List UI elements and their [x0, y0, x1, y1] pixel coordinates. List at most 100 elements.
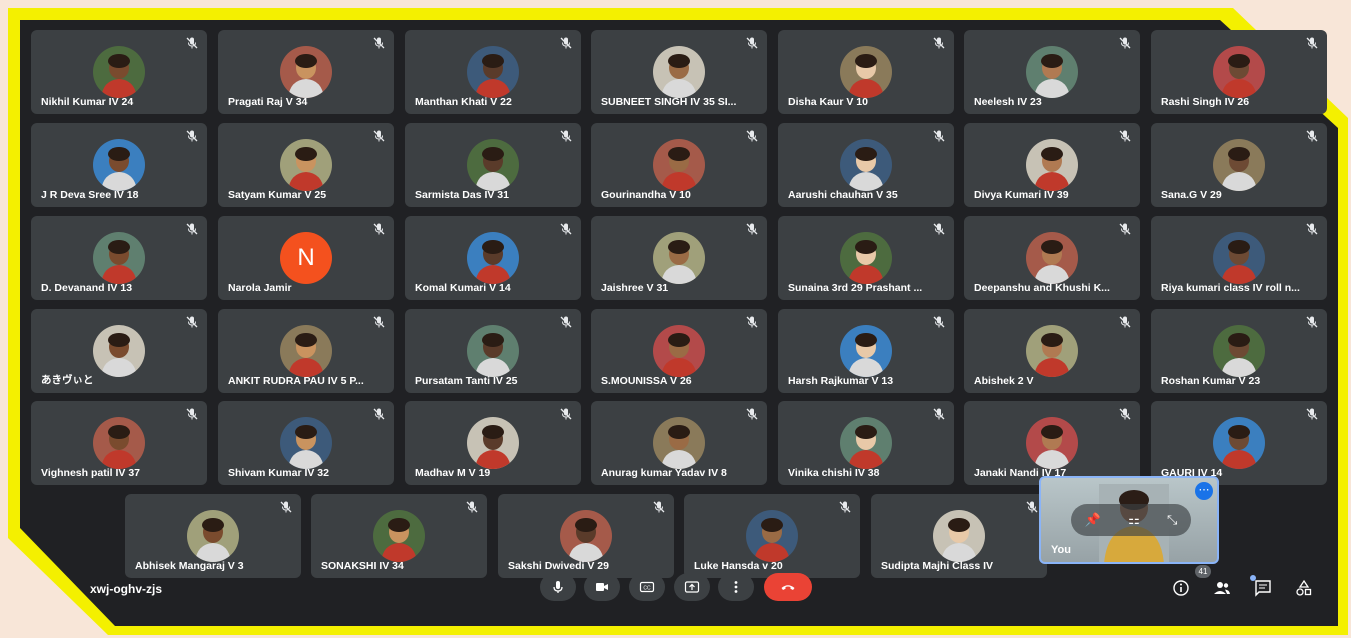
participant-name: Pragati Raj V 34: [228, 96, 308, 108]
camera-button[interactable]: [584, 573, 620, 601]
participant-tile[interactable]: Sunaina 3rd 29 Prashant ...: [778, 216, 954, 300]
participant-tile[interactable]: Jaishree V 31: [591, 216, 767, 300]
participant-tile[interactable]: Komal Kumari V 14: [405, 216, 581, 300]
participant-tile[interactable]: Riya kumari class IV roll n...: [1151, 216, 1327, 300]
participant-tile[interactable]: N Narola Jamir: [218, 216, 394, 300]
avatar: [1026, 46, 1078, 98]
avatar: [653, 325, 705, 377]
participant-tile[interactable]: Madhav M V 19: [405, 401, 581, 485]
captions-button[interactable]: CC: [629, 573, 665, 601]
avatar: [280, 417, 332, 469]
background-icon[interactable]: ⚏: [1128, 512, 1140, 528]
people-button[interactable]: [1212, 578, 1232, 598]
participant-tile[interactable]: Sana.G V 29: [1151, 123, 1327, 207]
activities-icon: [1296, 579, 1312, 596]
participant-tile[interactable]: SONAKSHI IV 34: [311, 494, 487, 578]
mic-off-icon: [559, 36, 573, 50]
mic-off-icon: [279, 500, 293, 514]
participant-tile[interactable]: GAURI IV 14: [1151, 401, 1327, 485]
participant-tile[interactable]: Manthan Khati V 22: [405, 30, 581, 114]
participant-tile[interactable]: Gourinandha V 10: [591, 123, 767, 207]
participant-count-badge: 41: [1195, 565, 1211, 578]
participant-tile[interactable]: S.MOUNISSA V 26: [591, 309, 767, 393]
avatar: [1213, 46, 1265, 98]
participant-tile[interactable]: Anurag kumar Yadav IV 8: [591, 401, 767, 485]
participant-tile[interactable]: Divya Kumari IV 39: [964, 123, 1140, 207]
participant-tile[interactable]: ANKIT RUDRA PAU IV 5 P...: [218, 309, 394, 393]
avatar: [93, 325, 145, 377]
participant-tile[interactable]: Abishek 2 V: [964, 309, 1140, 393]
mic-off-icon: [559, 315, 573, 329]
mic-off-icon: [1118, 36, 1132, 50]
participant-tile[interactable]: Vighnesh patil IV 37: [31, 401, 207, 485]
avatar: [933, 510, 985, 562]
avatar: [1213, 325, 1265, 377]
self-name: You: [1051, 544, 1071, 556]
chat-button[interactable]: [1253, 578, 1273, 598]
avatar: [280, 139, 332, 191]
participant-tile[interactable]: Disha Kaur V 10: [778, 30, 954, 114]
participant-tile[interactable]: SUBNEET SINGH IV 35 SI...: [591, 30, 767, 114]
mic-button[interactable]: [540, 573, 576, 601]
end-call-icon: [781, 585, 795, 590]
participant-tile[interactable]: Roshan Kumar V 23: [1151, 309, 1327, 393]
participant-tile[interactable]: Sakshi Dwivedi V 29: [498, 494, 674, 578]
avatar: [1026, 325, 1078, 377]
participant-tile[interactable]: Harsh Rajkumar V 13: [778, 309, 954, 393]
participant-tile[interactable]: Aarushi chauhan V 35: [778, 123, 954, 207]
participant-tile[interactable]: Sudipta Majhi Class IV: [871, 494, 1047, 578]
participant-tile[interactable]: Luke Hansda v 20: [684, 494, 860, 578]
participant-tile[interactable]: あきヴぃと: [31, 309, 207, 393]
camera-icon: [596, 583, 608, 591]
more-button[interactable]: [718, 573, 754, 601]
participant-tile[interactable]: Satyam Kumar V 25: [218, 123, 394, 207]
participant-tile[interactable]: Neelesh IV 23: [964, 30, 1140, 114]
present-button[interactable]: [674, 573, 710, 601]
participant-tile[interactable]: Pursatam Tanti IV 25: [405, 309, 581, 393]
pin-icon[interactable]: 📌: [1085, 512, 1101, 528]
activities-button[interactable]: [1294, 578, 1314, 598]
mic-off-icon: [932, 407, 946, 421]
participant-tile[interactable]: Nikhil Kumar IV 24: [31, 30, 207, 114]
end-call-button[interactable]: [764, 573, 812, 601]
participant-tile[interactable]: Rashi Singh IV 26: [1151, 30, 1327, 114]
participant-tile[interactable]: J R Deva Sree IV 18: [31, 123, 207, 207]
minimize-icon[interactable]: ⤡: [1167, 512, 1177, 528]
info-button[interactable]: [1171, 578, 1191, 598]
avatar: [746, 510, 798, 562]
participant-tile[interactable]: Sarmista Das IV 31: [405, 123, 581, 207]
avatar: [467, 139, 519, 191]
mic-off-icon: [185, 222, 199, 236]
participant-tile[interactable]: Deepanshu and Khushi K...: [964, 216, 1140, 300]
participant-tile[interactable]: Vinika chishi IV 38: [778, 401, 954, 485]
mic-off-icon: [372, 36, 386, 50]
avatar: [467, 232, 519, 284]
participant-name: Abishek 2 V: [974, 375, 1034, 387]
participant-tile[interactable]: Janaki Nandi IV 17: [964, 401, 1140, 485]
mic-off-icon: [1305, 129, 1319, 143]
mic-off-icon: [745, 407, 759, 421]
mic-off-icon: [745, 36, 759, 50]
avatar: [93, 232, 145, 284]
mic-off-icon: [1118, 407, 1132, 421]
participant-name: Komal Kumari V 14: [415, 282, 511, 294]
participant-tile[interactable]: D. Devanand IV 13: [31, 216, 207, 300]
participant-name: S.MOUNISSA V 26: [601, 375, 692, 387]
participant-tile[interactable]: Abhisek Mangaraj V 3: [125, 494, 301, 578]
avatar: [280, 325, 332, 377]
avatar: [280, 46, 332, 98]
self-options-icon[interactable]: ⋯: [1195, 482, 1213, 500]
participant-name: Nikhil Kumar IV 24: [41, 96, 134, 108]
avatar: [93, 139, 145, 191]
self-tile[interactable]: ⋯ 📌 ⚏ ⤡ You: [1039, 476, 1219, 564]
meeting-code: xwj-oghv-zjs: [90, 582, 163, 596]
participant-tile[interactable]: Pragati Raj V 34: [218, 30, 394, 114]
avatar: [653, 139, 705, 191]
participant-name: D. Devanand IV 13: [41, 282, 133, 294]
mic-off-icon: [745, 129, 759, 143]
mic-off-icon: [1305, 36, 1319, 50]
avatar: [653, 46, 705, 98]
participant-tile[interactable]: Shivam Kumar IV 32: [218, 401, 394, 485]
present-icon: [684, 581, 700, 593]
participant-name: Vighnesh patil IV 37: [41, 467, 141, 479]
